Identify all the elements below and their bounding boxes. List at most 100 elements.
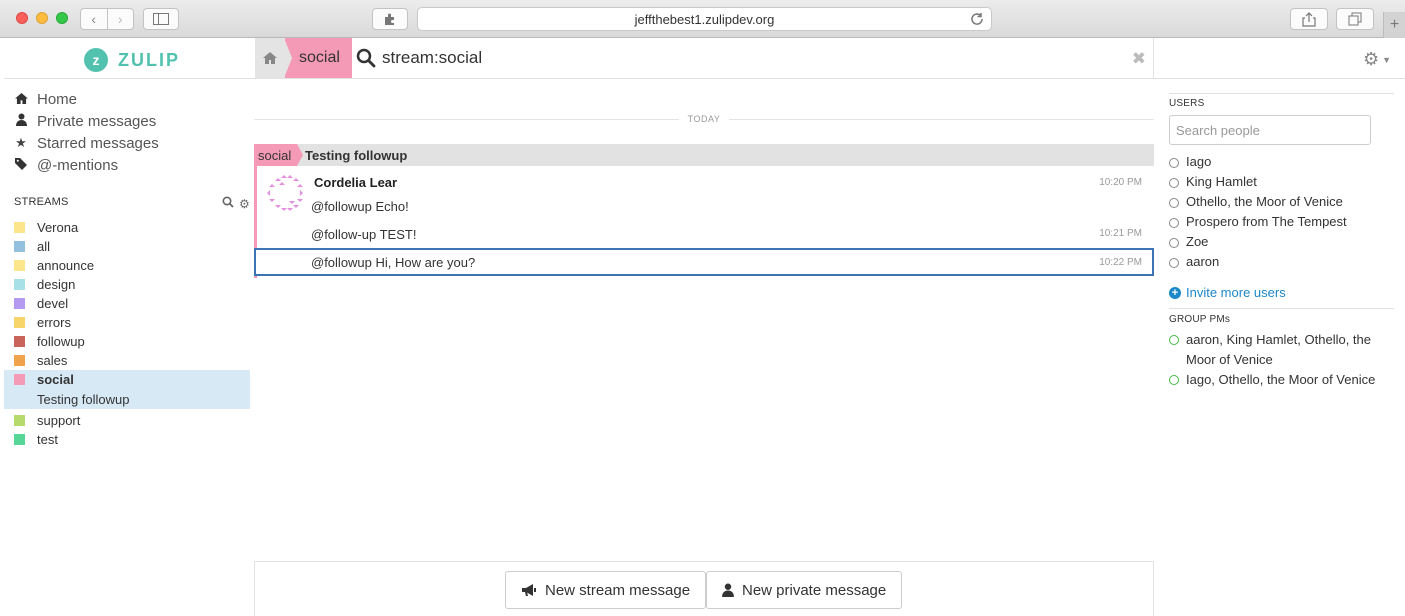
stream-name: announce — [37, 258, 95, 273]
selected-message[interactable]: @followup Hi, How are you? 10:22 PM — [254, 248, 1154, 276]
stream-item-announce[interactable]: announce — [4, 256, 250, 275]
reload-icon[interactable] — [969, 11, 985, 27]
zulip-logo[interactable]: z ZULIP — [84, 48, 180, 72]
nav-label: Starred messages — [37, 134, 159, 152]
new-stream-message-label: New stream message — [545, 581, 691, 599]
sidebar-toggle-button[interactable] — [143, 8, 179, 30]
home-crumb[interactable] — [255, 38, 285, 78]
clear-search-icon[interactable]: ✖ — [1132, 49, 1146, 69]
group-pm-name: aaron, King Hamlet, Othello, the Moor of… — [1186, 332, 1371, 367]
new-tab-button[interactable]: + — [1383, 12, 1405, 38]
sender-name[interactable]: Cordelia Lear — [314, 175, 397, 190]
stream-search-icon[interactable] — [222, 196, 234, 208]
stream-item-followup[interactable]: followup — [4, 332, 250, 351]
new-private-message-label: New private message — [742, 581, 887, 599]
stream-name: errors — [37, 315, 71, 330]
stream-name: design — [37, 277, 76, 292]
stream-crumb[interactable]: social — [284, 38, 352, 78]
recipient-topic-label[interactable]: Testing followup — [305, 144, 407, 166]
section-divider — [1169, 93, 1394, 94]
back-button[interactable]: ‹ — [81, 9, 107, 29]
nav-starred-messages[interactable]: ★ Starred messages — [4, 132, 250, 154]
nav-home[interactable]: Home — [4, 88, 250, 110]
message-timestamp[interactable]: 10:20 PM — [1099, 177, 1142, 188]
presence-idle-icon — [1169, 158, 1179, 168]
search-icon — [356, 48, 376, 68]
topic-item-testing-followup[interactable]: Testing followup — [4, 389, 250, 409]
stream-list: Verona all announce design devel errors … — [4, 218, 250, 449]
stream-item-verona[interactable]: Verona — [4, 218, 250, 237]
user-item[interactable]: Othello, the Moor of Venice — [1169, 194, 1343, 209]
user-name: King Hamlet — [1186, 174, 1257, 189]
search-people-input[interactable] — [1169, 115, 1371, 145]
message-timestamp[interactable]: 10:22 PM — [1099, 257, 1142, 268]
stream-color-swatch — [14, 355, 25, 366]
user-item[interactable]: Iago — [1169, 154, 1211, 169]
stream-color-swatch — [14, 260, 25, 271]
stream-item-social[interactable]: social — [4, 370, 250, 389]
sidebar-icon — [153, 13, 169, 25]
stream-name: all — [37, 239, 51, 254]
extension-button[interactable] — [372, 8, 408, 30]
presence-idle-icon — [1169, 258, 1179, 268]
address-bar[interactable]: jeffthebest1.zulipdev.org — [417, 7, 992, 31]
app-header: z ZULIP social stream:social ✖ ⚙ ▼ — [4, 38, 1405, 79]
gear-icon: ⚙ — [1362, 49, 1380, 69]
plus-circle-icon: + — [1169, 286, 1181, 299]
group-pm-item[interactable]: Iago, Othello, the Moor of Venice — [1169, 370, 1389, 390]
stream-item-sales[interactable]: sales — [4, 351, 250, 370]
search-bar[interactable]: stream:social ✖ — [348, 38, 1154, 78]
streams-header: STREAMS ⚙ — [4, 196, 250, 212]
stream-item-errors[interactable]: errors — [4, 313, 250, 332]
presence-active-icon — [1169, 335, 1179, 345]
users-header: USERS — [1169, 98, 1205, 109]
section-divider — [1169, 308, 1394, 309]
minimize-window-button[interactable] — [36, 12, 48, 24]
stream-item-design[interactable]: design — [4, 275, 250, 294]
avatar[interactable] — [267, 175, 303, 211]
recipient-stream-label[interactable]: social — [254, 144, 304, 166]
stream-name: support — [37, 413, 81, 428]
nav-private-messages[interactable]: Private messages — [4, 110, 250, 132]
stream-item-test[interactable]: test — [4, 430, 250, 449]
stream-name: followup — [37, 334, 85, 349]
stream-item-support[interactable]: support — [4, 411, 250, 430]
stream-item-all[interactable]: all — [4, 237, 250, 256]
stream-settings-gear-icon[interactable]: ⚙ — [239, 197, 250, 211]
tabs-overview-button[interactable] — [1336, 8, 1374, 30]
date-divider-label: TODAY — [687, 114, 721, 124]
stream-name: test — [37, 432, 58, 447]
stream-color-swatch — [14, 241, 25, 252]
stream-color-swatch — [14, 374, 25, 385]
new-private-message-button[interactable]: New private message — [706, 571, 903, 609]
presence-idle-icon — [1169, 218, 1179, 228]
settings-menu-button[interactable]: ⚙ ▼ — [1363, 49, 1391, 70]
user-item[interactable]: Zoe — [1169, 234, 1208, 249]
home-icon — [263, 52, 277, 64]
recipient-bar: social Testing followup — [254, 144, 1154, 166]
user-item[interactable]: aaron — [1169, 254, 1219, 269]
close-window-button[interactable] — [16, 12, 28, 24]
date-divider: TODAY — [254, 114, 1154, 126]
search-query[interactable]: stream:social — [382, 48, 482, 68]
stream-item-devel[interactable]: devel — [4, 294, 250, 313]
invite-more-users-link[interactable]: + Invite more users — [1169, 285, 1286, 300]
share-button[interactable] — [1290, 8, 1328, 30]
browser-toolbar: ‹ › jeffthebest1.zulipdev.org + — [0, 0, 1405, 38]
divider-line — [254, 119, 679, 120]
forward-button[interactable]: › — [106, 9, 134, 29]
new-stream-message-button[interactable]: New stream message — [505, 571, 707, 609]
stream-color-swatch — [14, 317, 25, 328]
nav-mentions[interactable]: @-mentions — [4, 154, 250, 176]
stream-name: Verona — [37, 220, 79, 235]
user-item[interactable]: King Hamlet — [1169, 174, 1257, 189]
user-item[interactable]: Prospero from The Tempest — [1169, 214, 1347, 229]
presence-idle-icon — [1169, 198, 1179, 208]
group-pm-item[interactable]: aaron, King Hamlet, Othello, the Moor of… — [1169, 330, 1389, 370]
user-name: Iago — [1186, 154, 1212, 169]
message-content: @follow-up TEST! — [311, 227, 417, 242]
stream-name: devel — [37, 296, 69, 311]
message-timestamp[interactable]: 10:21 PM — [1099, 228, 1142, 239]
zoom-window-button[interactable] — [56, 12, 68, 24]
divider-line — [729, 119, 1154, 120]
